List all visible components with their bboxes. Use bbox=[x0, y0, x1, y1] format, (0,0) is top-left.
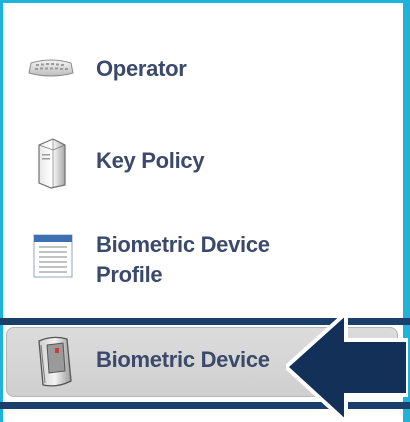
menu-item-key-policy[interactable]: Key Policy bbox=[3, 135, 403, 191]
document-list-icon bbox=[33, 234, 73, 278]
menu-item-operator[interactable]: Operator bbox=[3, 45, 403, 93]
menu-item-label: Biometric Device bbox=[96, 347, 270, 372]
callout-arrow-icon bbox=[286, 313, 408, 422]
menu-item-label: Operator bbox=[96, 56, 187, 81]
menu-item-label: Biometric Device Profile bbox=[96, 232, 270, 287]
biometric-reader-icon bbox=[38, 336, 72, 387]
keyboard-icon bbox=[28, 59, 74, 77]
menu-item-label: Key Policy bbox=[96, 148, 205, 173]
server-tower-icon bbox=[38, 138, 66, 189]
menu-item-biometric-device-profile[interactable]: Biometric Device Profile bbox=[3, 226, 403, 296]
